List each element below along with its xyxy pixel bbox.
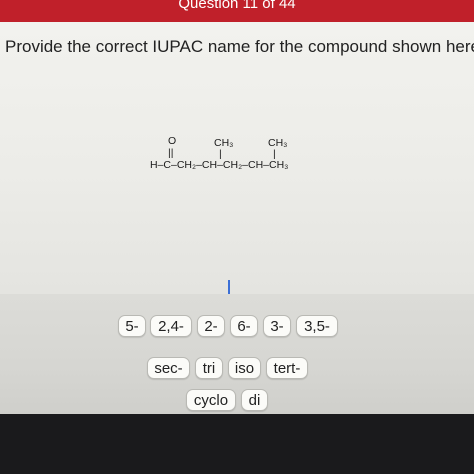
carbonyl-double-bond: || — [168, 147, 173, 159]
chemical-structure: O || CH₃ CH₃ | | H–C–CH₂–CH–CH₂–CH–CH₃ — [150, 135, 288, 171]
tile-6[interactable]: 6- — [230, 315, 258, 337]
tile-3[interactable]: 3- — [263, 315, 291, 337]
tile-sec[interactable]: sec- — [147, 357, 190, 379]
tile-3-5[interactable]: 3,5- — [296, 315, 338, 337]
methyl-substituent-1: CH₃ — [214, 137, 233, 149]
question-prompt: Provide the correct IUPAC name for the c… — [5, 37, 474, 56]
question-panel: Provide the correct IUPAC name for the c… — [0, 22, 474, 310]
tile-di[interactable]: di — [241, 389, 268, 411]
tile-iso[interactable]: iso — [228, 357, 261, 379]
bottom-bar — [0, 414, 474, 474]
tile-5[interactable]: 5- — [118, 315, 146, 337]
question-counter: Question 11 of 44 — [178, 0, 296, 12]
carbonyl-oxygen: O — [168, 135, 176, 147]
tile-tri[interactable]: tri — [195, 357, 223, 379]
tile-tert[interactable]: tert- — [266, 357, 308, 379]
main-chain: H–C–CH₂–CH–CH₂–CH–CH₃ — [150, 159, 288, 171]
question-header: Question 11 of 44 — [0, 0, 474, 22]
methyl-substituent-2: CH₃ — [268, 137, 287, 149]
tile-2[interactable]: 2- — [197, 315, 225, 337]
tile-2-4[interactable]: 2,4- — [150, 315, 192, 337]
answer-tile-bank: 5- 2,4- 2- 6- 3- 3,5- sec- tri iso tert-… — [0, 294, 474, 414]
tile-cyclo[interactable]: cyclo — [186, 389, 236, 411]
